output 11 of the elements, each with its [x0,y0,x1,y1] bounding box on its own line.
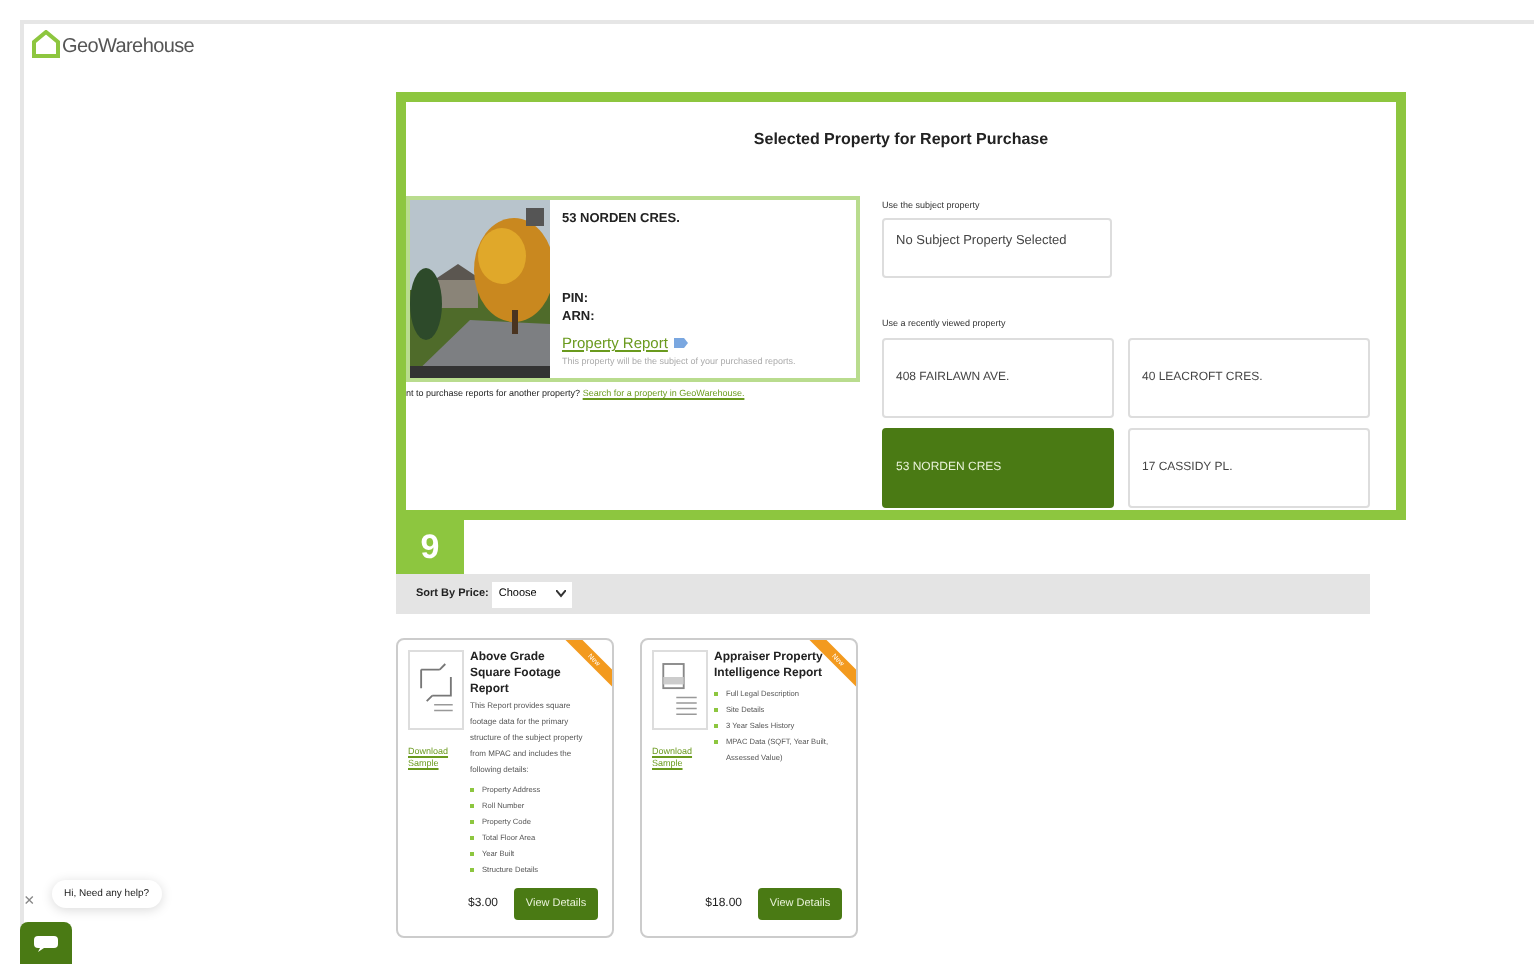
flag-icon [673,338,688,348]
resize-icon [408,650,464,730]
panel-title: Selected Property for Report Purchase [751,130,1051,148]
step-badge: 9 [396,520,464,574]
caret-icon [556,590,567,598]
document-icon [652,650,708,730]
house-icon [32,30,60,58]
chat-icon [34,935,58,951]
chat-button[interactable] [20,922,72,964]
close-icon[interactable]: × [24,890,35,910]
logo-text: GeoWarehouse [62,36,195,58]
